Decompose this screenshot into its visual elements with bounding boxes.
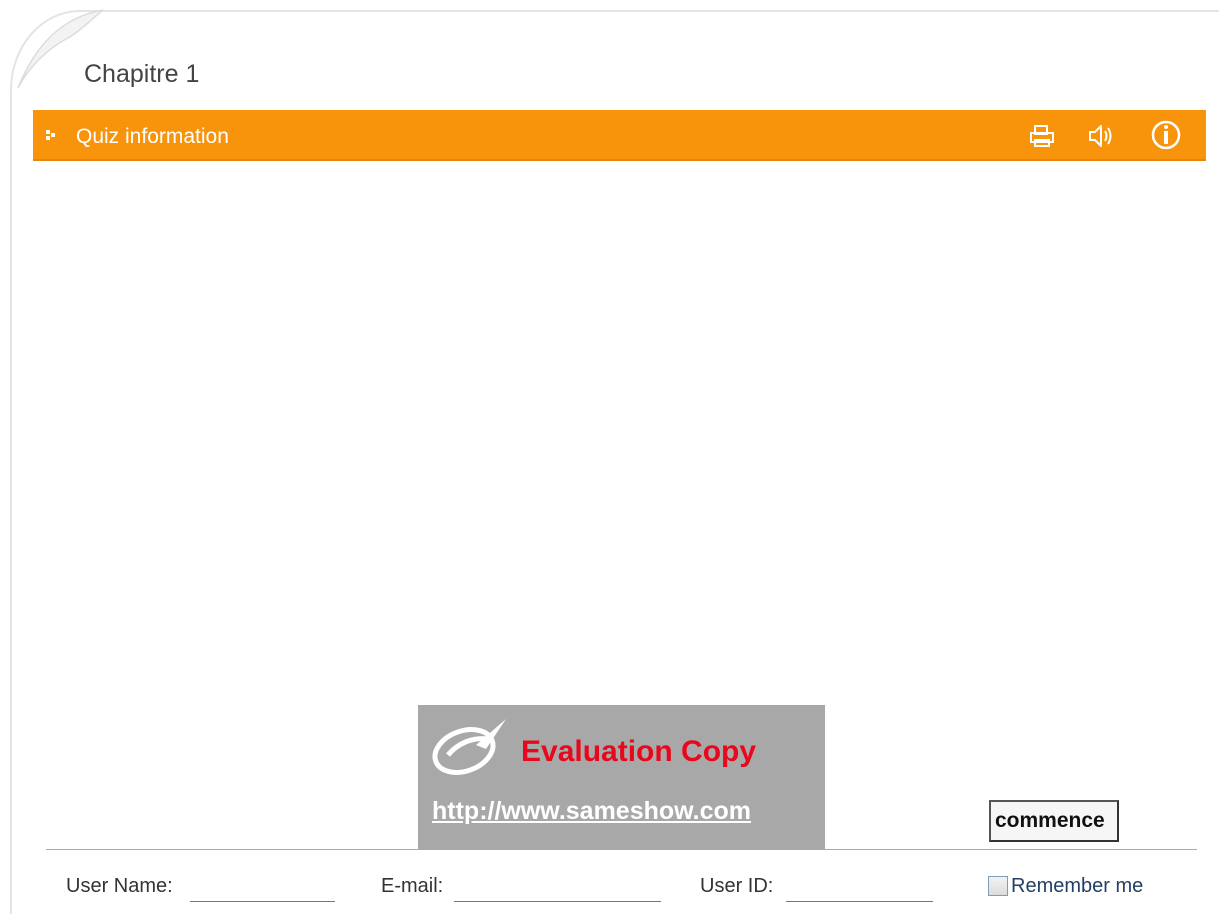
bullet-arrow-icon [46,130,55,140]
print-icon[interactable] [1027,121,1057,151]
remember-me-checkbox[interactable] [988,876,1008,896]
footer-divider [46,849,1197,850]
user-name-label: User Name: [66,875,173,897]
watermark-title: Evaluation Copy [521,735,757,768]
commence-button[interactable]: commence [989,800,1119,842]
watermark-url: http://www.sameshow.com [432,797,752,825]
remember-me-label[interactable]: Remember me [1011,875,1143,898]
info-icon[interactable] [1149,118,1183,152]
evaluation-watermark: Evaluation Copy http://www.sameshow.com [418,705,825,850]
quiz-header-bar: Quiz information [33,110,1206,161]
user-id-input[interactable] [786,874,933,902]
email-input[interactable] [454,874,661,902]
sameshow-logo-icon [432,719,506,775]
email-label: E-mail: [381,875,444,897]
user-id-label: User ID: [700,875,774,897]
user-name-input[interactable] [190,874,335,902]
sound-icon[interactable] [1086,121,1116,151]
quiz-title: Quiz information [76,125,229,148]
chapter-title: Chapitre 1 [84,60,200,88]
